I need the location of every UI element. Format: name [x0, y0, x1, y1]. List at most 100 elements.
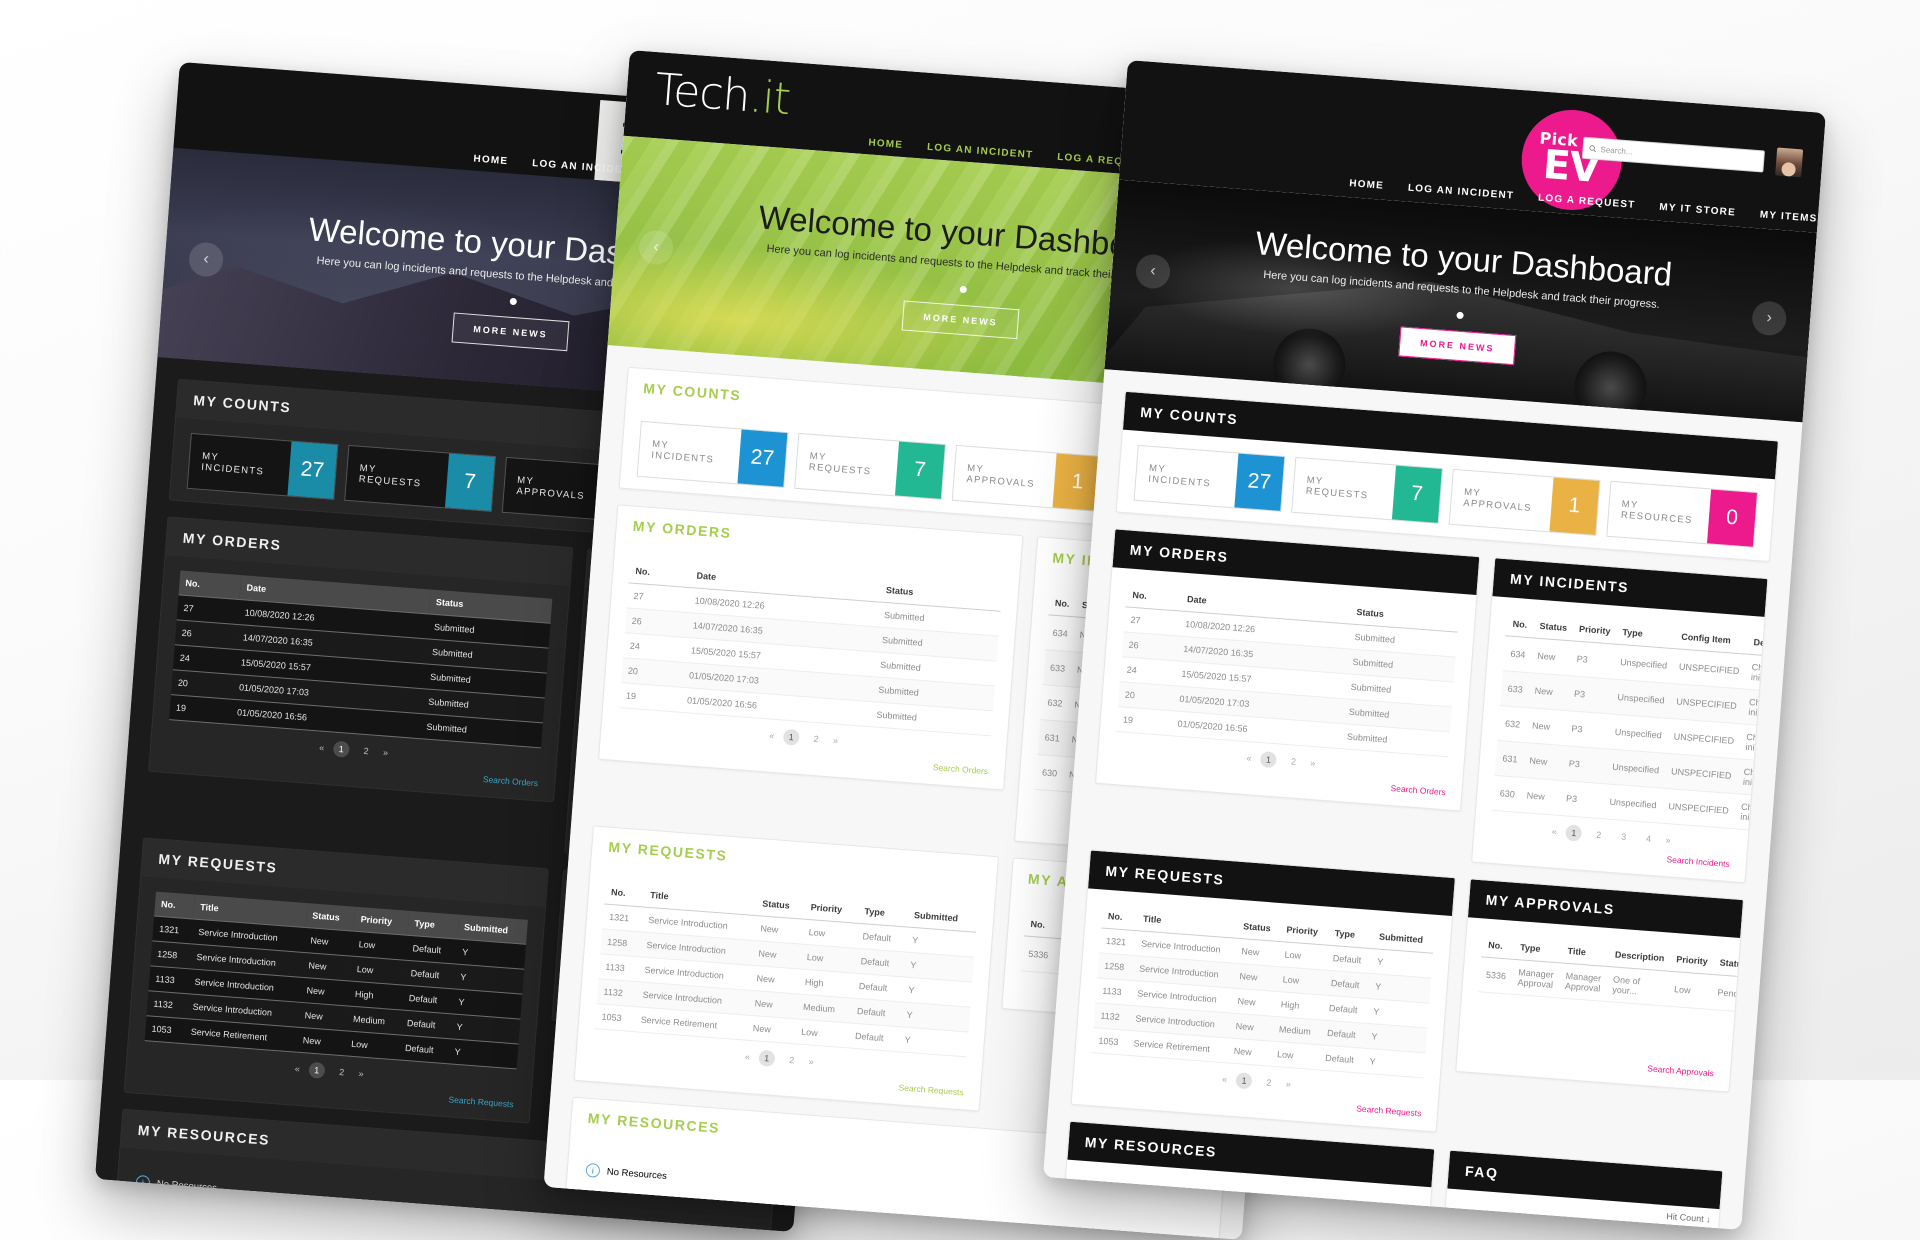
- column-header[interactable]: Status: [1236, 913, 1282, 942]
- pagination-page[interactable]: 1: [758, 1049, 776, 1067]
- empty-resources-text: No Resources: [606, 1165, 668, 1182]
- pagination-last[interactable]: »: [1286, 1079, 1292, 1089]
- column-header[interactable]: No.: [154, 891, 196, 919]
- pagination-page[interactable]: 2: [808, 731, 825, 748]
- count-tile-requests[interactable]: MY REQUESTS 7: [794, 432, 947, 500]
- column-header[interactable]: Status: [1712, 950, 1745, 978]
- count-tile-incidents[interactable]: MY INCIDENTS 27: [186, 432, 339, 500]
- pagination-first[interactable]: «: [294, 1064, 300, 1074]
- carousel-dot[interactable]: [1455, 311, 1464, 320]
- table-cell: 633: [1042, 649, 1073, 687]
- pagination-last[interactable]: »: [383, 747, 389, 757]
- count-value: 7: [1391, 465, 1442, 523]
- pagination-first[interactable]: «: [1246, 753, 1252, 763]
- count-tile-incidents[interactable]: MY INCIDENTS 27: [636, 420, 789, 488]
- table-cell: 632: [1040, 684, 1070, 722]
- column-header[interactable]: Status: [1532, 613, 1574, 641]
- column-header[interactable]: Type: [1513, 934, 1563, 963]
- dashboard-body-right: MY COUNTS MY INCIDENTS 27 MY REQUESTS 7: [1043, 369, 1803, 1230]
- count-tile-resources[interactable]: MY RESOURCES 0: [1606, 480, 1759, 548]
- table-cell: Default: [850, 998, 902, 1027]
- pagination-first[interactable]: «: [319, 743, 325, 753]
- column-header[interactable]: Priority: [1572, 616, 1618, 645]
- pagination-first[interactable]: «: [769, 731, 775, 741]
- nav-home[interactable]: HOME: [473, 154, 509, 168]
- nav-my-items[interactable]: MY ITEMS ˅: [1759, 209, 1826, 225]
- table-body: 27 10/08/2020 12:26 Submitted 26 14/07/2020 …: [1116, 606, 1458, 757]
- column-header[interactable]: No.: [1048, 590, 1077, 617]
- pagination-first[interactable]: «: [744, 1052, 750, 1062]
- pagination-page[interactable]: 2: [1285, 753, 1302, 770]
- pagination-page[interactable]: 1: [1565, 824, 1583, 842]
- pagination-page[interactable]: 1: [1235, 1072, 1253, 1090]
- count-tile-incidents[interactable]: MY INCIDENTS 27: [1133, 444, 1286, 512]
- column-header[interactable]: Status: [755, 891, 806, 920]
- pagination-page[interactable]: 2: [333, 1064, 350, 1081]
- column-header[interactable]: Priority: [1279, 917, 1330, 946]
- logo-tech-it[interactable]: Tech.it: [653, 64, 792, 125]
- carousel-dot[interactable]: [959, 285, 967, 294]
- table-cell: Chat initiated: [1738, 723, 1769, 764]
- column-header[interactable]: No.: [1505, 611, 1535, 638]
- table-cell: 634: [1045, 614, 1076, 652]
- count-tile-requests[interactable]: MY REQUESTS 7: [1291, 456, 1443, 524]
- column-header[interactable]: Status: [305, 903, 356, 932]
- sort-desc-icon[interactable]: ↓: [1706, 1214, 1711, 1224]
- table-cell: 19: [619, 682, 683, 713]
- pagination-page[interactable]: 2: [783, 1052, 800, 1069]
- table-cell: P3: [1561, 745, 1608, 784]
- column-header[interactable]: Title: [1560, 938, 1610, 967]
- column-header[interactable]: No.: [604, 879, 646, 907]
- nav-log-an-incident[interactable]: LOG AN INCIDENT: [927, 142, 1034, 161]
- pagination-page[interactable]: 2: [1590, 826, 1607, 843]
- pagination-page[interactable]: 2: [358, 743, 375, 760]
- pagination-first[interactable]: «: [1222, 1074, 1228, 1084]
- pagination-first[interactable]: «: [1551, 826, 1557, 836]
- column-header[interactable]: No.: [1101, 903, 1139, 931]
- nav-log-an-incident[interactable]: LOG AN INCIDENT: [1407, 183, 1514, 202]
- count-tile-approvals[interactable]: MY APPROVALS 1: [951, 444, 1104, 512]
- table-cell: Low: [344, 1030, 401, 1060]
- nav-my-it-store[interactable]: MY IT STORE: [1659, 202, 1736, 219]
- table-cell: 632: [1497, 705, 1528, 743]
- column-header[interactable]: Priority: [1669, 946, 1715, 975]
- search-approvals-link[interactable]: Search Approvals: [1473, 1046, 1714, 1078]
- table-cell: New: [1530, 637, 1573, 676]
- pagination-page[interactable]: 1: [332, 740, 350, 758]
- pagination-page[interactable]: 1: [782, 728, 800, 746]
- pagination-page[interactable]: 3: [1615, 828, 1632, 845]
- table-cell: P3: [1564, 710, 1611, 749]
- panel-pick-an-ev[interactable]: Pick an EV Search... HOME LOG AN INCIDEN…: [1043, 60, 1826, 1230]
- nav-home[interactable]: HOME: [868, 137, 904, 151]
- table-body: 634NewP3UnspecifiedUNSPECIFIEDChat initi…: [1492, 635, 1769, 834]
- nav-home[interactable]: HOME: [1349, 178, 1385, 192]
- count-label: MY RESOURCES: [1620, 498, 1693, 527]
- column-header[interactable]: No.: [1023, 911, 1058, 939]
- pagination-page[interactable]: 4: [1640, 830, 1657, 847]
- count-label: MY APPROVALS: [1462, 486, 1533, 514]
- pagination-last[interactable]: »: [833, 735, 839, 745]
- table-cell: New: [301, 952, 352, 982]
- column-header[interactable]: Type: [857, 898, 910, 928]
- pagination-last[interactable]: »: [1310, 758, 1316, 768]
- column-header[interactable]: Type: [407, 910, 460, 940]
- pagination-last[interactable]: »: [1665, 835, 1671, 845]
- count-label: MY APPROVALS: [515, 474, 586, 502]
- count-label: MY REQUESTS: [1305, 474, 1369, 502]
- pagination-page[interactable]: 1: [1259, 751, 1278, 769]
- pagination-last[interactable]: »: [808, 1056, 814, 1066]
- column-header[interactable]: No.: [1481, 932, 1516, 960]
- column-header[interactable]: Type: [1327, 920, 1374, 949]
- count-tile-approvals[interactable]: MY APPROVALS 1: [1448, 468, 1601, 536]
- carousel-dot[interactable]: [509, 297, 517, 306]
- table-cell: 1321: [1099, 927, 1137, 956]
- info-circle-icon: i: [585, 1162, 601, 1178]
- pagination-page[interactable]: 1: [308, 1061, 326, 1079]
- table-cell: New: [297, 1002, 349, 1031]
- pagination-page[interactable]: 2: [1260, 1074, 1277, 1091]
- table-cell: P3: [1569, 640, 1616, 680]
- user-avatar[interactable]: [1775, 147, 1804, 178]
- pagination-last[interactable]: »: [358, 1068, 364, 1078]
- nav-log-a-request[interactable]: LOG A REQUEST: [1538, 193, 1636, 211]
- count-tile-requests[interactable]: MY REQUESTS 7: [344, 444, 497, 512]
